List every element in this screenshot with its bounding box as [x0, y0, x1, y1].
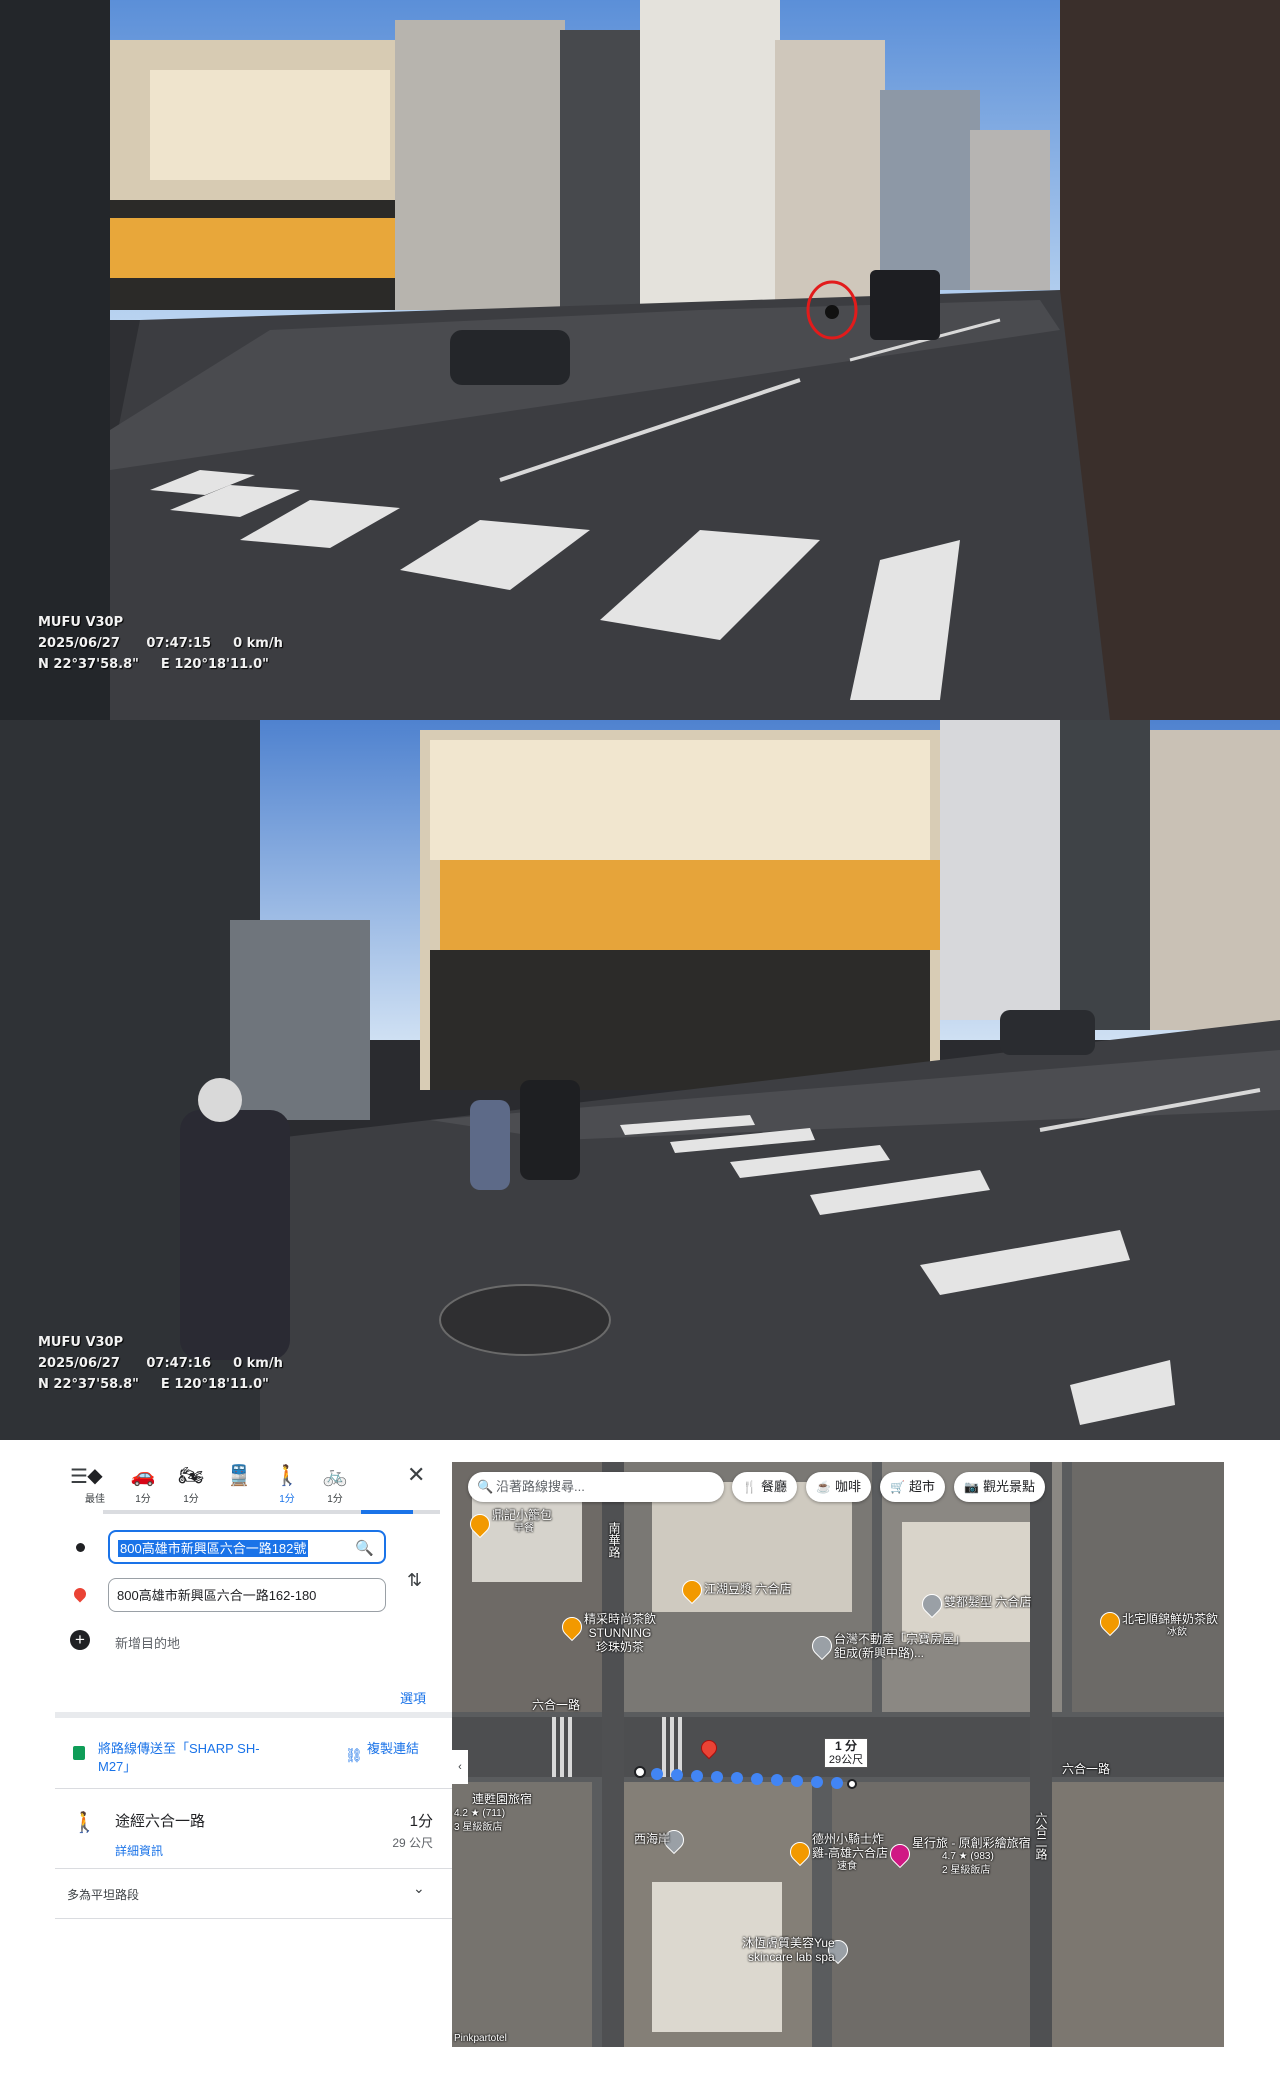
place-label: 西海岸 — [634, 1832, 671, 1846]
route-distance: 29 公尺 — [392, 1836, 433, 1850]
destination-input[interactable]: 800高雄市新興區六合一路162-180 — [108, 1578, 386, 1612]
motorcycle-icon: 🏍 — [178, 1465, 204, 1487]
close-icon[interactable]: ✕ — [407, 1462, 425, 1488]
date-stamp: 2025/06/27 — [38, 636, 120, 651]
collapse-panel-icon[interactable]: ‹ — [452, 1750, 468, 1784]
chevron-down-icon[interactable]: ⌄ — [413, 1880, 425, 1897]
options-link[interactable]: 選項 — [400, 1688, 426, 1707]
chip-supermarket[interactable]: 🛒 超市 — [880, 1472, 945, 1502]
chip-restaurants[interactable]: 🍴 餐廳 — [732, 1472, 797, 1502]
maps-directions-panel: ☰ ◆ 最佳 🚗 1分 🏍 1分 🚆 🚶 1分 � — [0, 1440, 1280, 2077]
start-point-icon — [76, 1543, 85, 1552]
camera-model: MUFU V30P — [38, 615, 124, 630]
coffee-icon: ☕ — [816, 1480, 831, 1494]
mode-best[interactable]: ◆ 最佳 — [75, 1464, 115, 1505]
terrain-note: 多為平坦路段 — [67, 1888, 140, 1902]
search-icon: 🔍 — [477, 1479, 494, 1494]
destination-pin-icon — [71, 1585, 89, 1603]
place-label: 雙都髮型 六合店 — [944, 1595, 1032, 1609]
dashcam-frame-2: MUFU V30P 2025/06/27 07:47:16 0 km/h N 22… — [0, 720, 1280, 1440]
place-label: 台灣不動產「宗寶房屋」 鉅成(新興中路)... — [834, 1632, 967, 1660]
dashcam-info-2: MUFU V30P 2025/06/27 07:47:16 0 km/h N 22… — [38, 1332, 305, 1395]
latitude: N 22°37'58.8" — [38, 657, 139, 672]
car-icon: 🚗 — [130, 1465, 156, 1487]
send-to-phone-icon — [73, 1746, 85, 1760]
route-time: 1分 — [409, 1813, 433, 1830]
satellite-map[interactable]: 🔍 沿著路線搜尋... 🍴 餐廳 ☕ 咖啡 🛒 超市 📷 觀光景點 鼎記小籠包 早餐 江… — [452, 1462, 1224, 2047]
divider — [55, 1788, 455, 1789]
divider — [55, 1918, 455, 1919]
place-label: 星行旅 - 原創彩繪旅宿 — [912, 1836, 1031, 1850]
date-stamp: 2025/06/27 — [38, 1356, 120, 1371]
transit-icon: 🚆 — [226, 1465, 252, 1487]
divider — [55, 1868, 455, 1869]
directions-icon: ◆ — [87, 1465, 103, 1487]
road-label: 六合二路 — [1034, 1812, 1048, 1860]
place-label: Pinkpartotel — [454, 2033, 507, 2044]
copy-link-button[interactable]: 複製連結 — [367, 1740, 427, 1758]
mode-motorcycle[interactable]: 🏍 1分 — [171, 1464, 211, 1505]
mode-indicator-bar — [103, 1510, 440, 1514]
camera-model: MUFU V30P — [38, 1335, 124, 1350]
mode-cycling[interactable]: 🚲 1分 — [315, 1464, 355, 1505]
details-link[interactable]: 詳細資訊 — [115, 1842, 163, 1859]
place-label: 精采時尚茶飲 STUNNING 珍珠奶茶 — [584, 1612, 657, 1654]
place-label: 沐恆膚質美容Yue skincare lab spa — [742, 1936, 835, 1964]
dashcam-info-1: MUFU V30P 2025/06/27 07:47:15 0 km/h N 22… — [38, 612, 305, 675]
time-stamp: 07:47:15 — [146, 636, 212, 651]
bike-icon: 🚲 — [322, 1465, 348, 1487]
travel-mode-tabs: ◆ 最佳 🚗 1分 🏍 1分 🚆 🚶 1分 🚲 1分 — [65, 1464, 445, 1512]
camera-icon: 📷 — [964, 1480, 979, 1494]
latitude: N 22°37'58.8" — [38, 1377, 139, 1392]
longitude: E 120°18'11.0" — [160, 1377, 269, 1392]
cart-icon: 🛒 — [890, 1480, 905, 1494]
walk-icon: 🚶 — [72, 1812, 97, 1834]
add-destination-label[interactable]: 新增目的地 — [115, 1633, 180, 1652]
time-stamp: 07:47:16 — [146, 1356, 212, 1371]
dashcam-frame-1: MUFU V30P 2025/06/27 07:47:15 0 km/h N 22… — [0, 0, 1280, 720]
link-icon: ⛓ — [345, 1747, 363, 1763]
chip-attractions[interactable]: 📷 觀光景點 — [954, 1472, 1045, 1502]
search-icon[interactable]: 🔍 — [355, 1532, 374, 1566]
route-summary[interactable]: 途經六合一路 — [115, 1810, 205, 1831]
mode-walking[interactable]: 🚶 1分 — [267, 1464, 307, 1505]
swap-icon[interactable]: ⇅ — [407, 1570, 422, 1591]
place-label: 鼎記小籠包 — [492, 1508, 553, 1522]
start-input[interactable]: 800高雄市新興區六合一路182號 🔍 — [108, 1530, 386, 1564]
divider — [55, 1712, 455, 1718]
speed-readout: 0 km/h — [233, 1356, 283, 1371]
speed-readout: 0 km/h — [233, 636, 283, 651]
place-label: 連甦園旅宿 — [472, 1792, 533, 1806]
add-destination-icon[interactable]: + — [70, 1630, 90, 1650]
mode-driving[interactable]: 🚗 1分 — [123, 1464, 163, 1505]
directions-sidebar: ☰ ◆ 最佳 🚗 1分 🏍 1分 🚆 🚶 1分 � — [55, 1440, 455, 2077]
road-label: 六合一路 — [1062, 1762, 1111, 1776]
route-time-bubble[interactable]: 1 分 29公尺 — [824, 1738, 868, 1768]
road-label: 六合一路 — [532, 1698, 581, 1712]
send-to-phone-link[interactable]: 將路線傳送至「SHARP SH-M27」 — [98, 1740, 288, 1776]
place-label: 北宅順錦鮮奶茶飲 — [1122, 1612, 1219, 1626]
place-label: 德州小騎士炸 雞-高雄六合店 — [812, 1832, 888, 1860]
restaurant-icon: 🍴 — [742, 1480, 757, 1494]
walk-icon: 🚶 — [274, 1465, 300, 1487]
longitude: E 120°18'11.0" — [160, 657, 269, 672]
place-label: 江湖豆漿 六合店 — [704, 1582, 792, 1596]
chip-coffee[interactable]: ☕ 咖啡 — [806, 1472, 871, 1502]
mode-transit[interactable]: 🚆 — [219, 1464, 259, 1490]
route-search-input[interactable]: 🔍 沿著路線搜尋... — [468, 1472, 724, 1502]
road-label: 南華路 — [607, 1522, 621, 1558]
